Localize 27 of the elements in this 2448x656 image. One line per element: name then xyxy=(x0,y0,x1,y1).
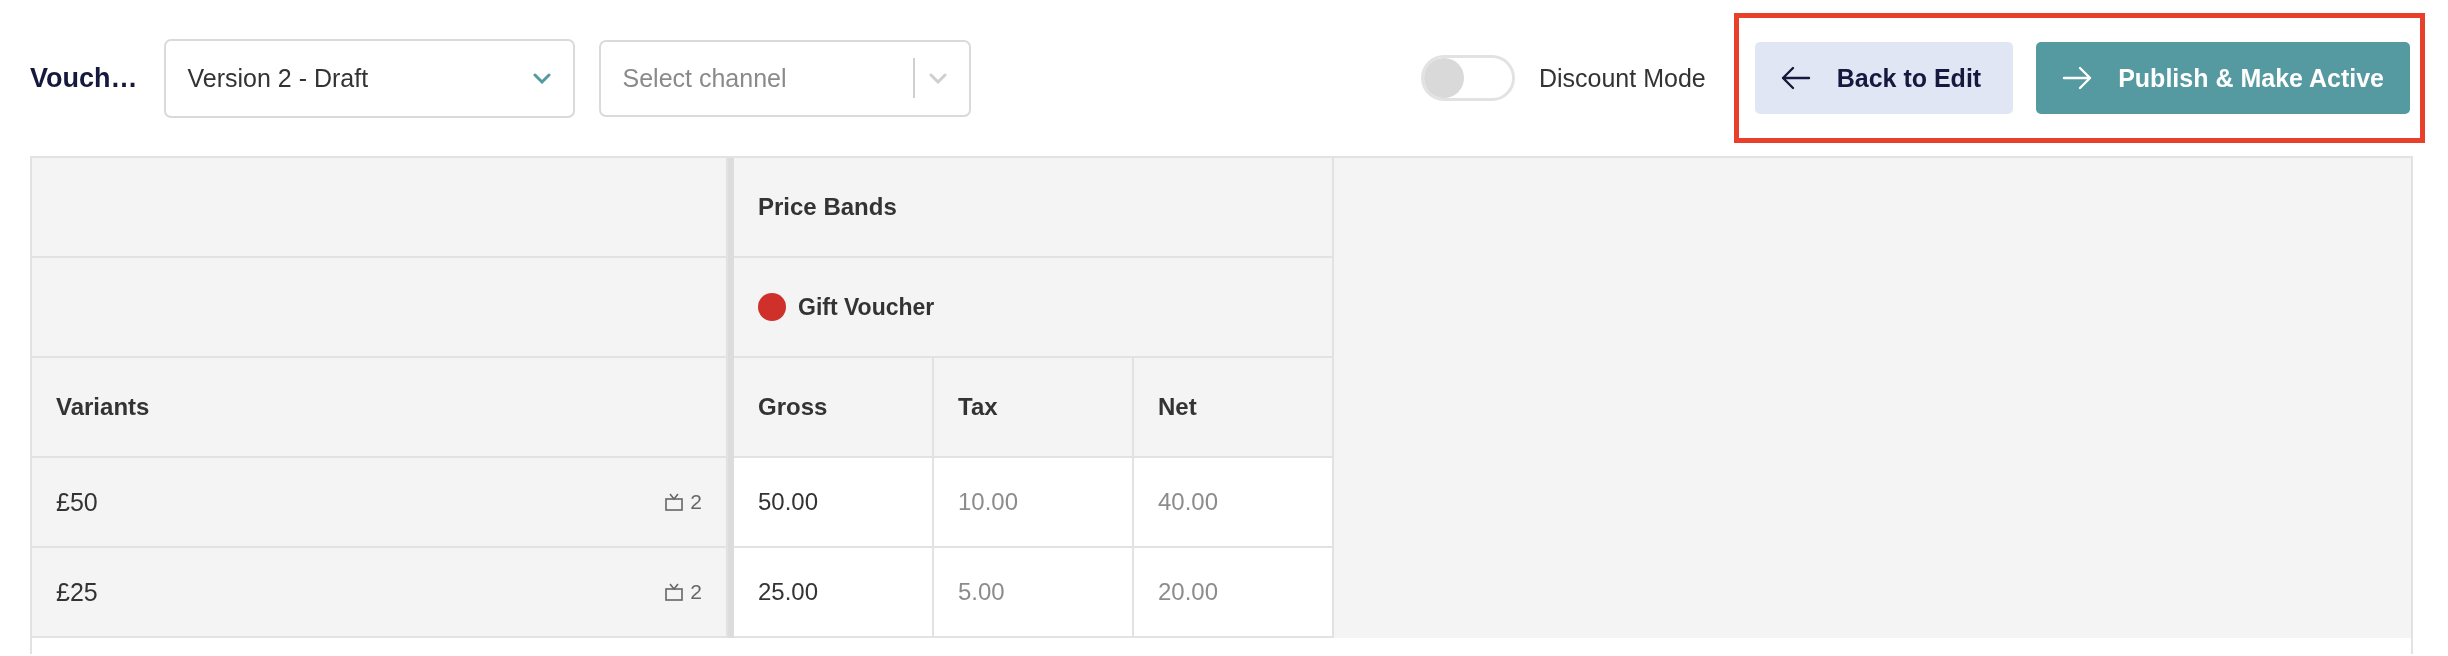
channel-count: 2 xyxy=(690,580,702,604)
version-select[interactable]: Version 2 - Draft xyxy=(163,38,575,118)
table-cell: 50.00 xyxy=(734,458,934,548)
tv-icon xyxy=(664,582,685,602)
back-button[interactable]: Back to Edit xyxy=(1754,42,2014,114)
table-cell: 25.00 xyxy=(734,548,934,638)
arrow-right-icon xyxy=(2062,66,2093,90)
table-cell: 10.00 xyxy=(934,458,1134,548)
arrow-left-icon xyxy=(1780,66,1811,90)
discount-toggle[interactable] xyxy=(1420,55,1515,101)
column-header: Gross xyxy=(734,358,934,458)
tv-icon xyxy=(664,492,685,512)
table-cell: 40.00 xyxy=(1134,458,1334,548)
variant-name: £50 xyxy=(56,487,99,517)
column-header: Variants xyxy=(32,358,728,458)
column-header: Price Bands xyxy=(734,158,1334,258)
page-title: Vouch… xyxy=(30,62,138,94)
variant-name: £25 xyxy=(56,577,99,607)
column-header: Net xyxy=(1134,358,1334,458)
chevron-down-icon xyxy=(928,72,947,84)
channel-count: 2 xyxy=(690,490,702,514)
table-cell: 5.00 xyxy=(934,548,1134,638)
toggle-label: Discount Mode xyxy=(1538,63,1706,93)
chevron-down-icon xyxy=(532,72,551,84)
band-name: Gift Voucher xyxy=(798,293,935,321)
table-cell: 20.00 xyxy=(1134,548,1334,638)
column-header: Tax xyxy=(934,358,1134,458)
